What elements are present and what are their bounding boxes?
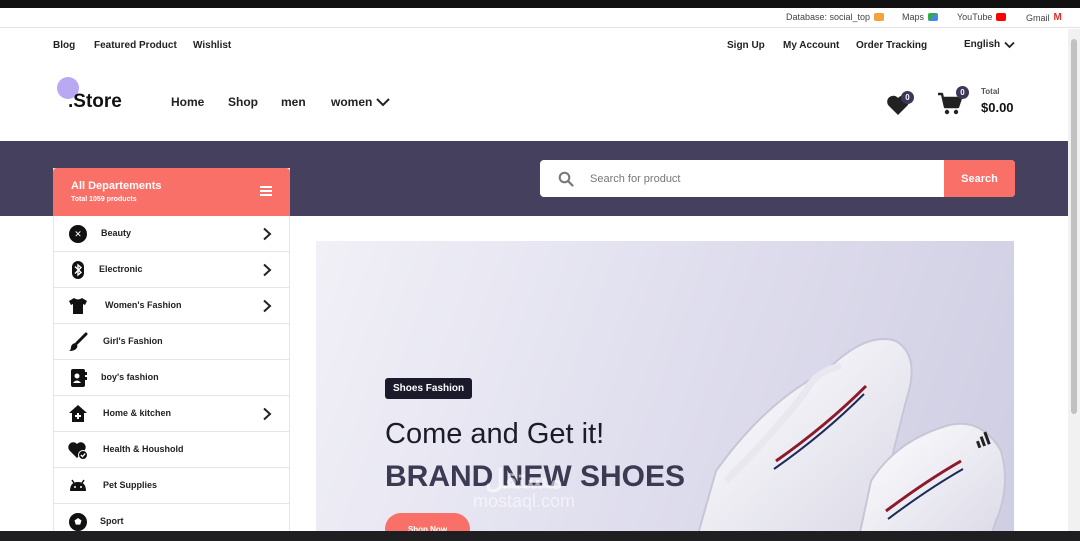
category-label: Women's Fashion — [105, 300, 182, 310]
shoes-image — [694, 338, 1014, 541]
ball-icon — [69, 513, 87, 531]
chevron-right-icon — [263, 227, 272, 241]
pet-icon — [70, 479, 86, 491]
database-icon — [874, 13, 885, 21]
nav-shop[interactable]: Shop — [228, 95, 258, 109]
nav-women[interactable]: women — [331, 95, 391, 109]
brush-icon — [69, 332, 88, 351]
link-blog[interactable]: Blog — [53, 40, 75, 51]
hero-banner: Shoes Fashion Come and Get it! BRAND NEW… — [316, 241, 1014, 541]
bookmark-label: Gmail — [1026, 12, 1050, 23]
site-logo[interactable]: .Store — [68, 91, 122, 113]
category-label: Girl's Fashion — [103, 336, 163, 346]
youtube-icon — [996, 13, 1007, 21]
bookmark-gmail[interactable]: Gmail M — [1026, 12, 1062, 23]
category-item-home-kitchen[interactable]: Home & kitchen — [54, 396, 289, 432]
nav-women-label: women — [331, 95, 373, 109]
category-item-beauty[interactable]: ✕ Beauty — [54, 216, 289, 252]
bookmark-label: Database: social_top — [786, 12, 871, 22]
chevron-right-icon — [263, 407, 272, 421]
cart-total-value: $0.00 — [981, 100, 1014, 115]
category-label: Beauty — [101, 228, 132, 238]
watermark-latin: mostaql.com — [473, 491, 576, 511]
category-item-womens-fashion[interactable]: Women's Fashion — [54, 288, 289, 324]
category-item-electronic[interactable]: Electronic — [54, 252, 289, 288]
hero-headline: Come and Get it! — [385, 418, 605, 450]
departments-title: All Departements — [71, 180, 162, 192]
link-my-account[interactable]: My Account — [783, 40, 839, 51]
bookmark-label: YouTube — [957, 12, 993, 22]
tshirt-icon — [69, 298, 87, 314]
category-label: Home & kitchen — [103, 408, 172, 418]
bookmark-youtube[interactable]: YouTube — [957, 12, 1007, 22]
search-button[interactable]: Search — [944, 160, 1015, 197]
category-label: Electronic — [99, 264, 143, 274]
wishlist-button[interactable]: 0 — [886, 90, 916, 116]
departments-header[interactable]: All Departements Total 1059 products — [53, 168, 290, 216]
category-label: Pet Supplies — [103, 480, 158, 490]
site-header: .Store Home Shop men women 0 0 Total $0.… — [0, 63, 1068, 141]
heart-check-icon — [68, 442, 88, 460]
category-item-boys-fashion[interactable]: boy's fashion — [54, 360, 289, 396]
contact-book-icon — [71, 369, 87, 387]
bookmark-label: Maps — [902, 12, 925, 22]
category-item-girls-fashion[interactable]: Girl's Fashion — [54, 324, 289, 360]
nav-men[interactable]: men — [281, 95, 306, 109]
category-label: Sport — [100, 516, 124, 526]
cart-count-badge: 0 — [956, 86, 969, 99]
cart-total-label: Total — [981, 87, 1000, 96]
category-label: boy's fashion — [101, 372, 159, 382]
link-order-tracking[interactable]: Order Tracking — [856, 40, 927, 51]
svg-text:✕: ✕ — [74, 230, 82, 240]
chevron-down-icon — [376, 98, 391, 107]
language-selector[interactable]: English — [964, 39, 1015, 50]
search-bar: Search — [540, 160, 1015, 197]
bookmarks-bar: Database: social_top Maps YouTube Gmail … — [0, 8, 1080, 28]
link-featured-product[interactable]: Featured Product — [94, 40, 177, 51]
link-wishlist[interactable]: Wishlist — [193, 40, 231, 51]
search-input[interactable] — [590, 160, 940, 197]
bookmark-maps[interactable]: Maps — [902, 12, 939, 22]
home-icon — [69, 405, 87, 422]
chevron-right-icon — [263, 299, 272, 313]
page-scrollbar[interactable] — [1068, 29, 1080, 531]
language-label: English — [964, 39, 1001, 50]
search-icon — [558, 171, 574, 187]
category-label: Health & Houshold — [103, 444, 184, 454]
category-item-pet-supplies[interactable]: Pet Supplies — [54, 468, 289, 504]
departments-subtitle: Total 1059 products — [71, 196, 137, 203]
hero-tag: Shoes Fashion — [385, 378, 473, 399]
bluetooth-icon — [72, 261, 84, 279]
window-top-strip — [0, 0, 1080, 8]
bookmark-database[interactable]: Database: social_top — [786, 12, 885, 22]
category-item-health-household[interactable]: Health & Houshold — [54, 432, 289, 468]
watermark: مستقل mostaql.com — [473, 464, 575, 512]
beauty-icon: ✕ — [69, 225, 87, 243]
link-sign-up[interactable]: Sign Up — [727, 40, 765, 51]
departments-panel: All Departements Total 1059 products ✕ B… — [53, 168, 290, 541]
nav-home[interactable]: Home — [171, 95, 204, 109]
top-links-bar: Blog Featured Product Wishlist Sign Up M… — [0, 29, 1068, 63]
cart-button[interactable]: 0 — [937, 86, 969, 116]
wishlist-count-badge: 0 — [901, 91, 914, 104]
maps-icon — [928, 13, 939, 21]
os-taskbar — [0, 531, 1080, 541]
gmail-icon: M — [1053, 12, 1062, 23]
scrollbar-thumb[interactable] — [1071, 39, 1077, 414]
menu-icon[interactable] — [260, 186, 272, 196]
chevron-right-icon — [263, 263, 272, 277]
chevron-down-icon — [1004, 41, 1015, 48]
